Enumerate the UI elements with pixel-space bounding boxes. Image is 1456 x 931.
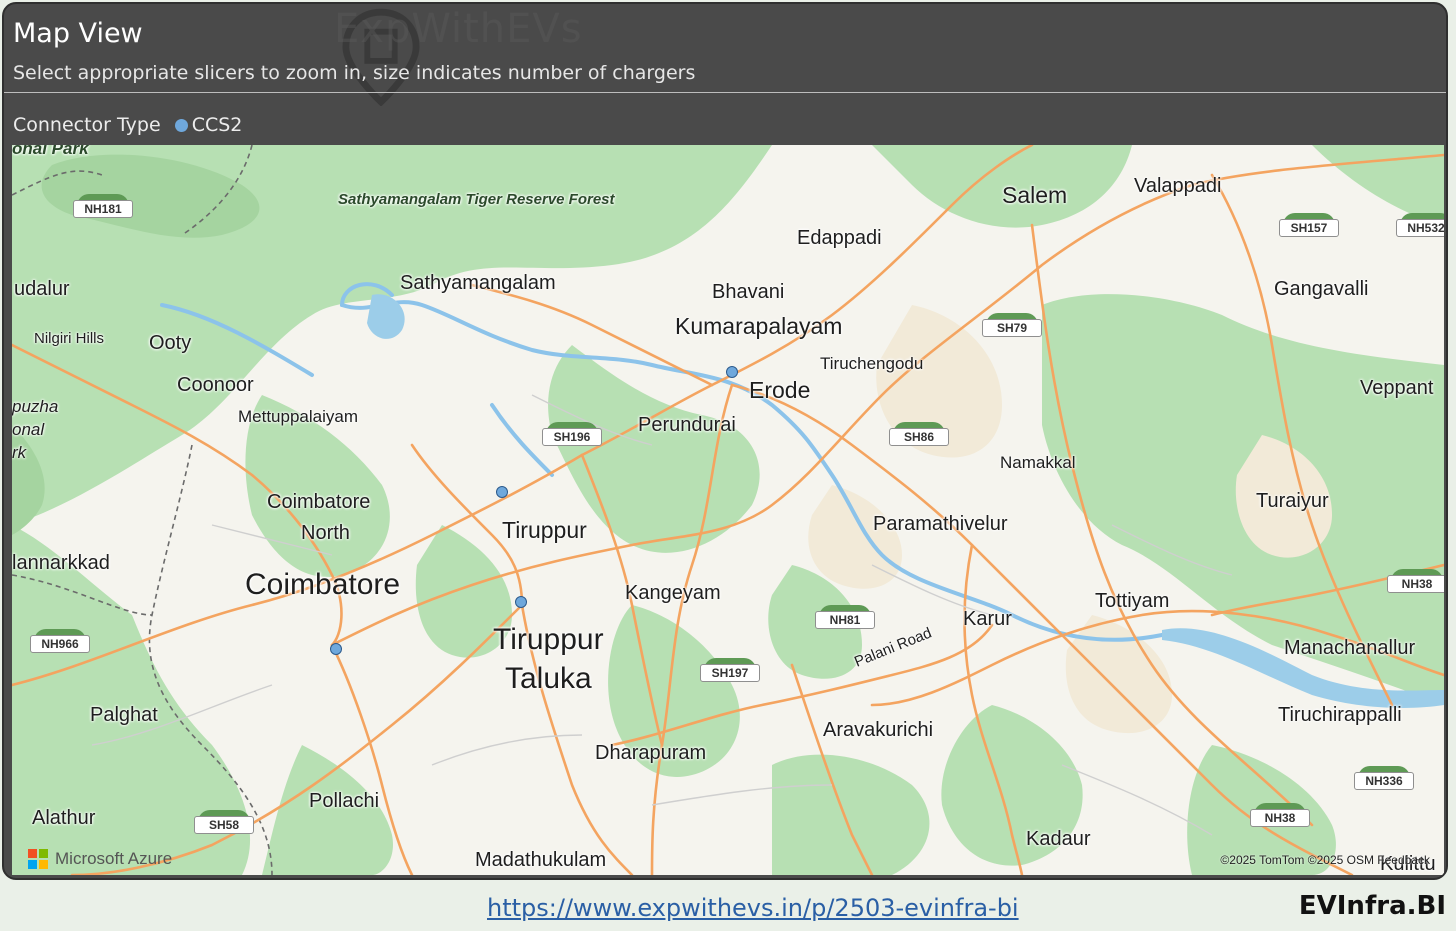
place-label: Kadaur — [1026, 828, 1091, 850]
place-label: Mettuppalaiyam — [238, 407, 359, 426]
place-label: Taluka — [505, 662, 592, 695]
place-label: Coonoor — [177, 374, 254, 396]
map-base-layer — [12, 145, 1444, 875]
place-label: Perundurai — [638, 414, 736, 436]
place-label: Alathur — [32, 807, 96, 829]
road-shield: NH38 — [1387, 569, 1444, 593]
place-label: Turaiyur — [1256, 490, 1329, 512]
place-label: North — [301, 522, 350, 544]
road-shield: NH181 — [73, 194, 133, 218]
charger-point-tiruppur-taluka[interactable] — [515, 596, 527, 608]
watermark-text: ExpWithEVs — [334, 6, 583, 52]
place-label: Edappadi — [797, 227, 882, 249]
map-visual-card: ExpWithEVs Map View Select appropriate s… — [2, 2, 1448, 880]
place-label: Paramathivelur — [873, 513, 1008, 535]
road-shield: NH38 — [1250, 803, 1310, 827]
place-label: Tiruchengodu — [820, 354, 924, 373]
road-shield: SH196 — [542, 422, 602, 446]
header-divider — [4, 92, 1446, 93]
map-canvas[interactable]: Salem Valappadi Edappadi Bhavani Kumarap… — [12, 145, 1444, 875]
place-label: Ooty — [149, 332, 192, 354]
microsoft-logo-icon — [28, 849, 48, 869]
place-label: Gangavalli — [1274, 278, 1369, 300]
place-label: Sathyamangalam — [400, 272, 556, 294]
road-shield: SH197 — [700, 658, 760, 682]
place-label: Coimbatore — [267, 491, 371, 513]
place-label: Kumarapalayam — [675, 313, 843, 339]
place-label: Kangeyam — [625, 582, 721, 604]
place-label: Erode — [749, 377, 811, 403]
charger-point-erode[interactable] — [726, 366, 738, 378]
place-label: Bhavani — [712, 281, 785, 303]
place-label: Tottiyam — [1095, 590, 1170, 612]
place-label: udalur — [14, 278, 70, 300]
place-label: Tiruchirappalli — [1278, 704, 1402, 726]
place-label: Aravakurichi — [823, 719, 934, 741]
visual-title: Map View — [13, 18, 143, 49]
road-shield: NH336 — [1354, 766, 1414, 790]
road-shield: SH79 — [982, 313, 1042, 337]
place-label: Palghat — [90, 704, 158, 726]
charger-point-coimbatore[interactable] — [330, 643, 342, 655]
road-shield: NH81 — [815, 605, 875, 629]
road-shield: SH58 — [194, 810, 254, 834]
visual-subtitle: Select appropriate slicers to zoom in, s… — [13, 62, 696, 84]
place-label: onal — [12, 420, 45, 439]
legend-item-ccs2[interactable]: CCS2 — [192, 114, 243, 136]
place-label: lannarkkad — [12, 552, 110, 574]
place-label: Valappadi — [1134, 175, 1222, 197]
place-label: Salem — [1002, 182, 1068, 208]
road-shield: SH86 — [889, 422, 949, 446]
place-label: puzha — [12, 397, 59, 416]
road-shield: SH157 — [1279, 213, 1339, 237]
place-label: Veppant — [1360, 377, 1434, 399]
map-provider-name: Microsoft Azure — [55, 849, 173, 868]
place-label: Dharapuram — [595, 742, 707, 764]
footer-link[interactable]: https://www.expwithevs.in/p/2503-evinfra… — [487, 894, 1019, 922]
place-label: Namakkal — [1000, 453, 1076, 472]
place-label: Nilgiri Hills — [34, 330, 104, 347]
place-label: Karur — [963, 608, 1012, 630]
place-label: Manachanallur — [1284, 637, 1416, 659]
charger-point-tiruppur[interactable] — [496, 486, 508, 498]
place-label: onal Park — [12, 145, 89, 158]
place-label: Coimbatore — [245, 568, 401, 601]
place-label: Madathukulam — [475, 849, 607, 871]
map-copyright[interactable]: ©2025 TomTom ©2025 OSM Feedback — [1220, 853, 1430, 867]
road-shield: NH966 — [30, 629, 90, 653]
forest-label: Sathyamangalam Tiger Reserve Forest — [338, 191, 615, 208]
place-label: Tiruppur — [502, 517, 587, 543]
place-label: Pollachi — [309, 790, 380, 812]
legend: Connector Type CCS2 — [13, 114, 242, 136]
map-provider-brand: Microsoft Azure — [28, 849, 172, 869]
place-label: Tiruppur — [493, 623, 604, 656]
place-label: rk — [12, 443, 27, 462]
legend-title: Connector Type — [13, 114, 161, 136]
legend-ccs2-swatch[interactable] — [174, 118, 188, 132]
footer-brand: EVInfra.BI — [1298, 891, 1446, 921]
road-shield: NH532 — [1396, 213, 1444, 237]
